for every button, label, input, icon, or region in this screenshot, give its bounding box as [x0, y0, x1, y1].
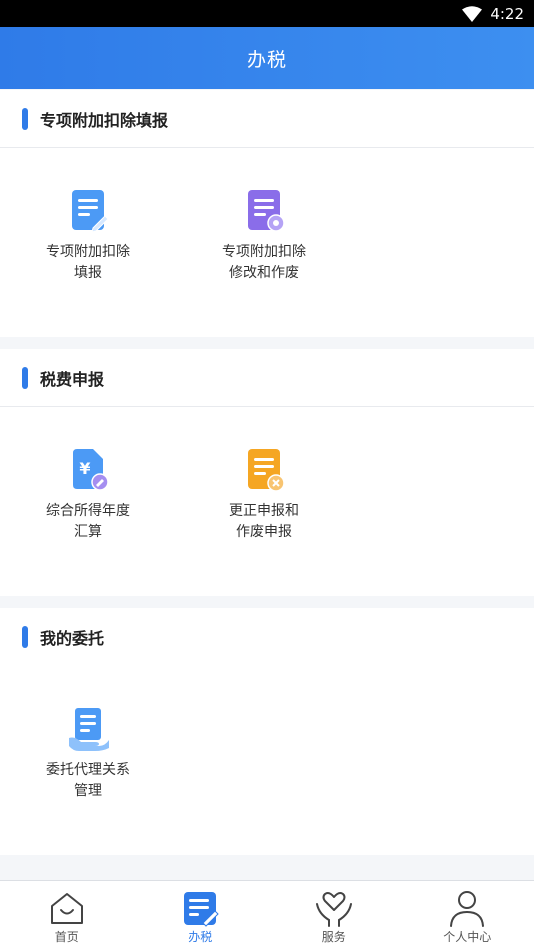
tab-label: 首页	[54, 930, 79, 944]
section-header: 专项附加扣除填报	[0, 90, 534, 148]
document-edit-icon	[72, 190, 109, 233]
section-accent-bar	[22, 626, 28, 648]
item-label-line1: 更正申报和	[229, 503, 299, 519]
section-title: 我的委托	[40, 629, 105, 648]
section-my-delegation: 我的委托 委托代理关系 管理	[0, 608, 534, 855]
special-deduction-modify-button[interactable]: 专项附加扣除 修改和作废	[194, 188, 334, 284]
tab-label: 个人中心	[443, 930, 492, 944]
home-icon	[50, 893, 83, 924]
delegation-management-button[interactable]: 委托代理关系 管理	[18, 706, 158, 802]
special-deduction-fill-button[interactable]: 专项附加扣除 填报	[18, 188, 158, 284]
bottom-tab-bar: 首页 办税 服务 个人中心	[0, 880, 534, 949]
item-label-line2: 填报	[74, 265, 102, 281]
section-title: 专项附加扣除填报	[40, 110, 169, 130]
page-title: 办税	[246, 48, 287, 71]
section-header: 我的委托	[0, 608, 534, 666]
tab-personal-center[interactable]: 个人中心	[401, 881, 534, 949]
item-label-line2: 作废申报	[236, 524, 292, 540]
section-tax-filing: 税费申报 ¥ 综合所得年度 汇算 更正申报和 作废申报	[0, 349, 534, 596]
item-label-line1: 委托代理关系	[46, 762, 130, 778]
item-label-line2: 管理	[74, 783, 102, 799]
tax-document-icon	[184, 892, 219, 927]
tab-label: 服务	[321, 930, 346, 944]
item-label-line1: 综合所得年度	[46, 503, 130, 519]
tab-label: 办税	[188, 930, 213, 944]
tab-service[interactable]: 服务	[267, 881, 401, 949]
document-cancel-icon	[248, 449, 285, 492]
tab-tax[interactable]: 办税	[134, 881, 268, 949]
section-header: 税费申报	[0, 349, 534, 407]
person-icon	[450, 891, 485, 927]
status-bar: 4:22	[0, 0, 534, 27]
item-label-line1: 专项附加扣除	[46, 244, 130, 260]
section-special-deduction: 专项附加扣除填报 专项附加扣除 填报 专项附加扣除 修改和作废	[0, 90, 534, 337]
section-accent-bar	[22, 366, 28, 389]
item-label-line2: 汇算	[74, 524, 102, 540]
section-title: 税费申报	[40, 369, 105, 389]
section-accent-bar	[22, 107, 28, 130]
correct-void-filing-button[interactable]: 更正申报和 作废申报	[194, 447, 334, 543]
tab-home[interactable]: 首页	[0, 881, 134, 949]
app-bar: 办税	[0, 27, 534, 89]
wifi-icon	[462, 5, 483, 22]
heart-hands-icon	[315, 892, 352, 927]
item-label-line2: 修改和作废	[229, 265, 299, 281]
document-hand-icon	[69, 708, 109, 751]
status-time: 4:22	[490, 4, 524, 23]
annual-settlement-button[interactable]: ¥ 综合所得年度 汇算	[18, 447, 158, 543]
item-label-line1: 专项附加扣除	[222, 244, 306, 260]
svg-text:¥: ¥	[79, 459, 90, 478]
document-settings-icon	[248, 190, 285, 232]
yuan-document-icon: ¥	[73, 449, 109, 491]
